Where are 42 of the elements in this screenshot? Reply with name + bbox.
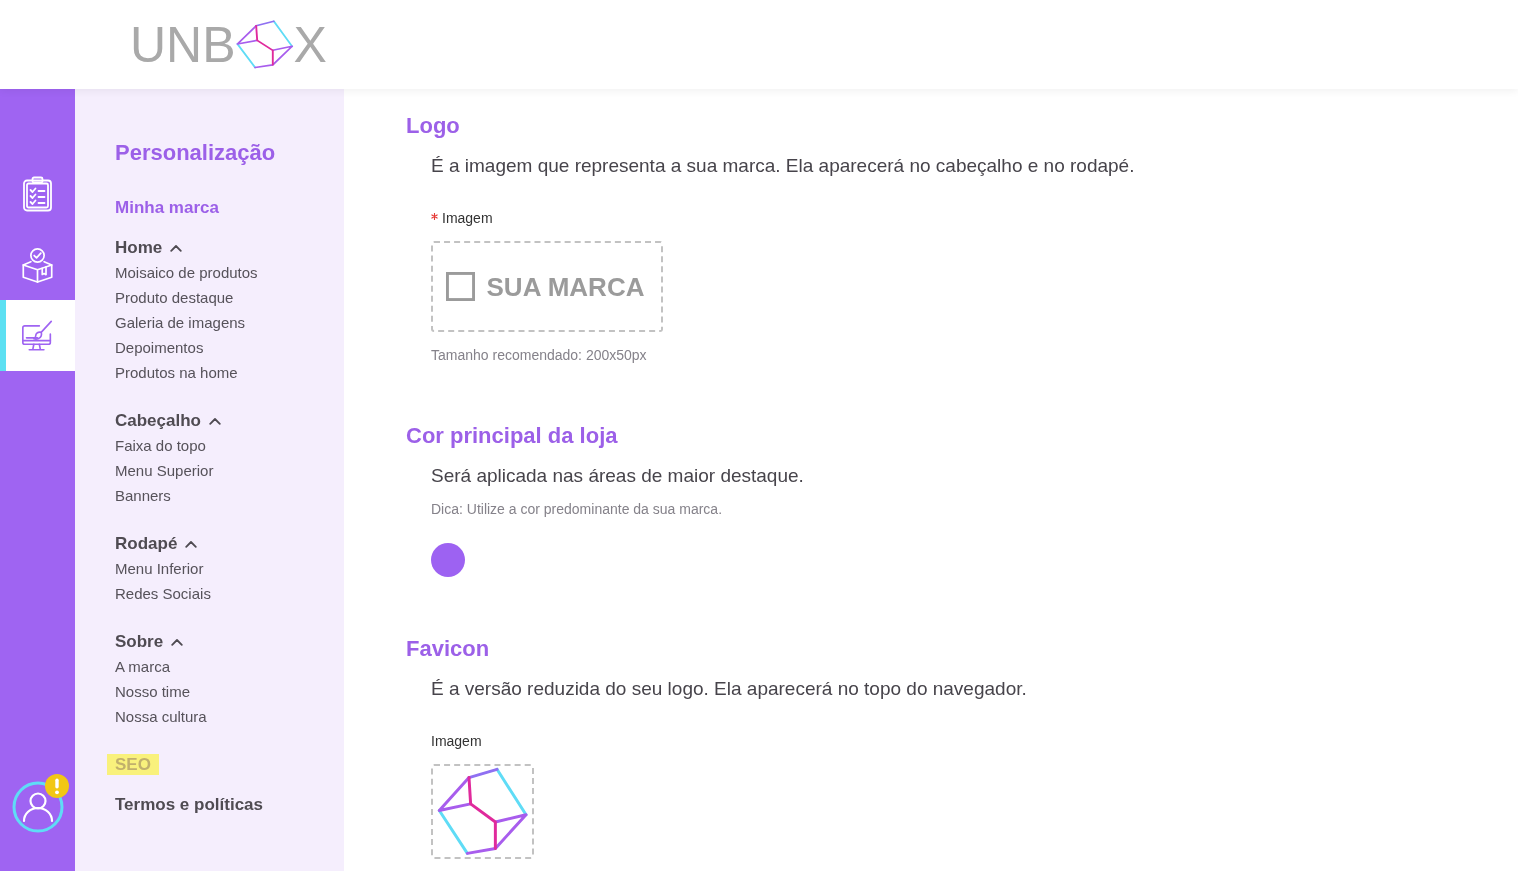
nav-link[interactable]: Nossa cultura (115, 704, 207, 729)
sidebar-title: Personalização (115, 139, 277, 167)
nav-link[interactable]: Banners (115, 483, 171, 508)
nav-link[interactable]: Produto destaque (115, 285, 234, 310)
user-avatar-icon[interactable] (12, 781, 64, 833)
field-label: Imagem (442, 209, 493, 227)
nav-link[interactable]: Menu Inferior (115, 556, 204, 581)
nav-link[interactable]: Menu Superior (115, 458, 214, 483)
color-swatch-icon[interactable] (431, 543, 465, 577)
section-title: Logo (406, 112, 461, 140)
hint-text: Dica: Utilize a cor predominante da sua marca. (431, 500, 723, 518)
field-note: Tamanho recomendado: 200x50px (431, 346, 647, 364)
nav-link[interactable]: Moisaico de produtos (115, 260, 258, 285)
section-description: É a imagem que representa a sua marca. Ela aparecerá no cabeçalho e no rodapé. (431, 154, 1135, 178)
logo-text: UNB (130, 18, 236, 71)
section-description: Será aplicada nas áreas de maior destaque. (431, 464, 804, 488)
image-upload-field[interactable] (431, 764, 534, 859)
placeholder-logo-text: SUA MARCA (486, 271, 645, 302)
nav-link[interactable]: Depoimentos (115, 335, 204, 360)
nav-link[interactable]: Faixa do topo (115, 433, 206, 458)
section-title: Favicon (406, 635, 491, 663)
section-title: Cor principal da loja (406, 422, 619, 450)
nav-link[interactable]: Nosso time (115, 679, 191, 704)
field-label: Imagem (431, 732, 482, 750)
nav-group-header[interactable]: Cabeçalho (115, 408, 221, 433)
cube-logo-icon (235, 20, 294, 69)
nav-link[interactable]: Redes Sociais (115, 581, 211, 606)
logo-text: X (293, 18, 327, 71)
section-description: É a versão reduzida do seu logo. Ela aparecerá no topo do navegador. (431, 677, 1027, 701)
nav-group-header[interactable]: Rodapé (115, 531, 198, 556)
nav-link[interactable]: Minha marca (115, 195, 219, 220)
square-icon (445, 272, 475, 301)
box-check-icon (21, 246, 54, 283)
nav-link[interactable]: A marca (115, 654, 171, 679)
nav-link[interactable]: Produtos na home (115, 360, 238, 385)
nav-group-header[interactable]: Sobre (115, 629, 184, 654)
nav-link[interactable]: Termos e políticas (115, 792, 263, 817)
nav-link[interactable]: Galeria de imagens (115, 310, 246, 335)
clipboard-checklist-icon (21, 175, 54, 212)
nav-group-header[interactable]: Home (115, 235, 183, 260)
nav-button[interactable] (0, 300, 75, 371)
cube-icon (436, 767, 529, 856)
